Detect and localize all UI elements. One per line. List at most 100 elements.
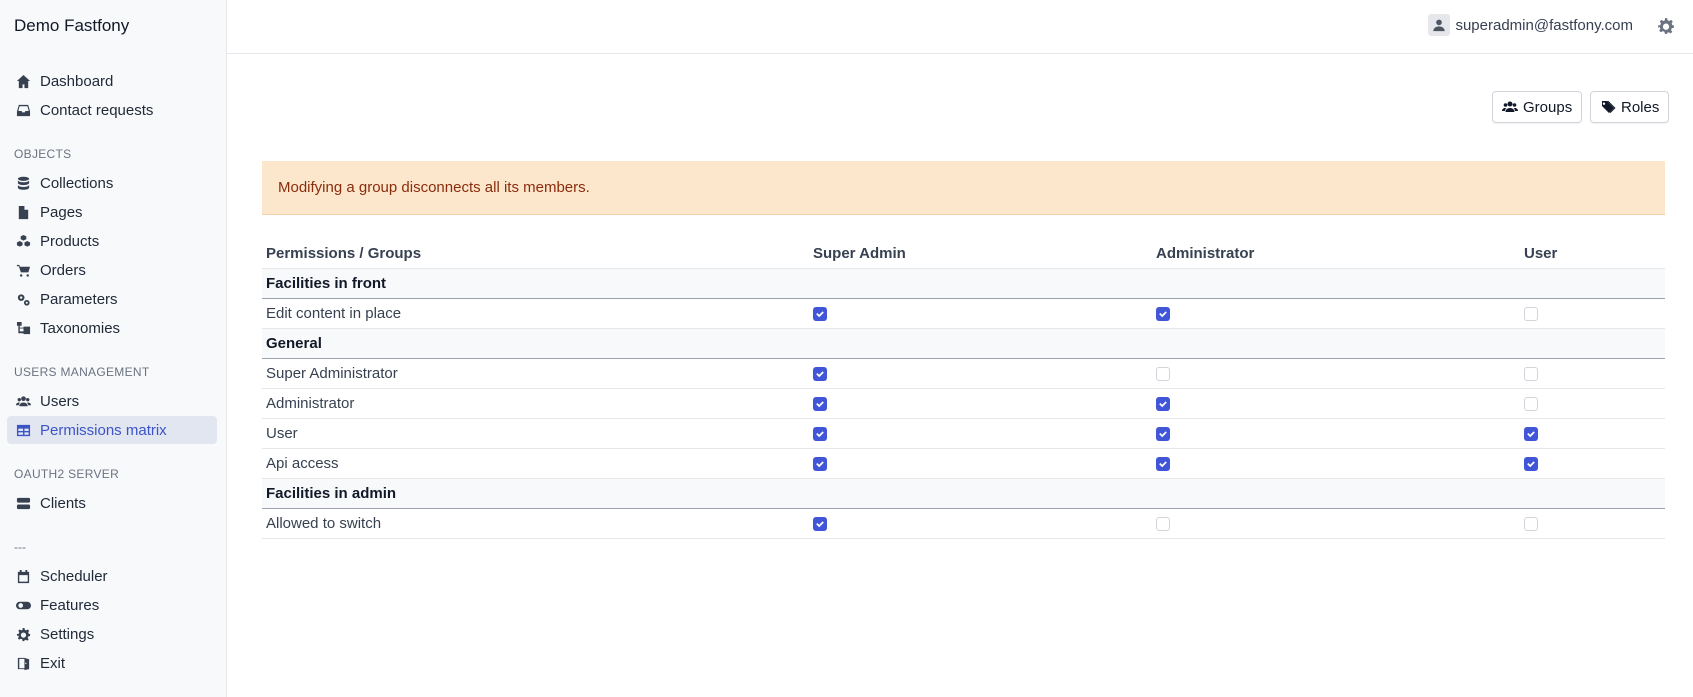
inbox-icon [14, 101, 32, 119]
file-icon [14, 203, 32, 221]
sitemap-icon [14, 319, 32, 337]
sidebar-item-label: Orders [40, 261, 86, 279]
sidebar-item-features[interactable]: Features [7, 591, 217, 619]
permission-checkbox-checked[interactable] [813, 306, 827, 321]
table-icon [14, 421, 32, 439]
matrix-body: Facilities in front Edit content in place… [262, 268, 1665, 539]
permission-group-row: General [262, 328, 1665, 359]
permission-checkbox-unchecked[interactable] [1524, 306, 1538, 321]
sidebar-item-orders[interactable]: Orders [7, 256, 217, 284]
sidebar-item-label: Features [40, 596, 100, 614]
permission-checkbox-checked[interactable] [813, 366, 827, 381]
permission-label: Api access [262, 448, 809, 479]
sidebar-item-label: Pages [40, 203, 83, 221]
sidebar-item-label: Dashboard [40, 72, 114, 90]
groups-button-label: Groups [1523, 98, 1573, 116]
permission-checkbox-checked[interactable] [1156, 306, 1170, 321]
sidebar-item-clients[interactable]: Clients [7, 489, 217, 517]
roles-button[interactable]: Roles [1590, 91, 1670, 123]
topbar: superadmin@fastfony.com [227, 0, 1693, 54]
user-icon [1428, 14, 1451, 36]
permission-label: Administrator [262, 388, 809, 419]
sidebar-item-collections[interactable]: Collections [7, 169, 217, 197]
sidebar-item-pages[interactable]: Pages [7, 198, 217, 226]
sidebar-item-products[interactable]: Products [7, 227, 217, 255]
sidebar-item-taxonomies[interactable]: Taxonomies [7, 314, 217, 342]
permission-cell [1152, 358, 1520, 389]
calendar-icon [14, 567, 32, 585]
permission-checkbox-unchecked[interactable] [1524, 516, 1538, 531]
permission-checkbox-checked[interactable] [813, 456, 827, 471]
permission-cell [1520, 448, 1665, 479]
permission-cell [809, 448, 1152, 479]
user-menu[interactable]: superadmin@fastfony.com [1428, 14, 1633, 36]
sidebar: Demo Fastfony Dashboard Contact requests… [0, 0, 227, 697]
sidebar-item-exit[interactable]: Exit [7, 649, 217, 677]
cogs-icon [14, 290, 32, 308]
permission-checkbox-unchecked[interactable] [1156, 366, 1170, 381]
sidebar-item-contact-requests[interactable]: Contact requests [7, 96, 217, 124]
sidebar-item-scheduler[interactable]: Scheduler [7, 562, 217, 590]
groups-button[interactable]: Groups [1492, 91, 1583, 123]
permission-cell [1152, 508, 1520, 539]
home-icon [14, 72, 32, 90]
brand-title[interactable]: Demo Fastfony [14, 16, 129, 36]
permission-checkbox-checked[interactable] [1156, 426, 1170, 441]
permission-cell [809, 388, 1152, 419]
permission-label: Super Administrator [262, 358, 809, 389]
permission-cell [809, 358, 1152, 389]
sidebar-item-label: Settings [40, 625, 95, 643]
settings-gear-icon[interactable] [1656, 16, 1676, 36]
table-row: Super Administrator [262, 358, 1665, 389]
permission-checkbox-checked[interactable] [813, 426, 827, 441]
permission-checkbox-checked[interactable] [1156, 396, 1170, 411]
table-row: User [262, 418, 1665, 449]
gear-icon [14, 625, 32, 643]
permission-checkbox-checked[interactable] [813, 396, 827, 411]
sidebar-item-label: Exit [40, 654, 66, 672]
column-header: Administrator [1152, 240, 1520, 269]
permission-checkbox-checked[interactable] [1156, 456, 1170, 471]
sidebar-item-label: Scheduler [40, 567, 108, 585]
permission-checkbox-checked[interactable] [813, 516, 827, 531]
database-icon [14, 174, 32, 192]
column-header: Super Admin [809, 240, 1152, 269]
cubes-icon [14, 232, 32, 250]
sidebar-item-permissions-matrix[interactable]: Permissions matrix [7, 416, 217, 444]
warning-alert: Modifying a group disconnects all its me… [262, 161, 1665, 215]
permission-cell [1152, 388, 1520, 419]
sidebar-item-settings[interactable]: Settings [7, 620, 217, 648]
permission-cell [1152, 448, 1520, 479]
table-row: Allowed to switch [262, 508, 1665, 539]
sidebar-divider: --- [14, 540, 26, 554]
sidebar-item-parameters[interactable]: Parameters [7, 285, 217, 313]
permission-checkbox-unchecked[interactable] [1524, 396, 1538, 411]
permission-cell [1520, 418, 1665, 449]
sidebar-item-label: Collections [40, 174, 114, 192]
sidebar-item-users[interactable]: Users [7, 387, 217, 415]
tags-icon [1601, 101, 1616, 113]
permission-checkbox-unchecked[interactable] [1524, 366, 1538, 381]
permission-checkbox-unchecked[interactable] [1156, 516, 1170, 531]
section-title-oauth2-server: OAUTH2 SERVER [14, 467, 120, 481]
permission-cell [809, 298, 1152, 329]
permission-cell [809, 508, 1152, 539]
permissions-matrix-table: Permissions / Groups Super Admin Adminis… [262, 240, 1665, 539]
permission-label: User [262, 418, 809, 449]
sidebar-item-label: Taxonomies [40, 319, 121, 337]
permission-cell [1152, 298, 1520, 329]
permission-group-name: Facilities in front [262, 268, 1665, 299]
sidebar-item-dashboard[interactable]: Dashboard [7, 67, 217, 95]
table-row: Edit content in place [262, 298, 1665, 329]
permission-checkbox-checked[interactable] [1524, 426, 1538, 441]
cart-icon [14, 261, 32, 279]
roles-button-label: Roles [1621, 98, 1660, 116]
table-row: Administrator [262, 388, 1665, 419]
column-header: User [1520, 240, 1665, 269]
permission-label: Allowed to switch [262, 508, 809, 539]
permission-group-row: Facilities in admin [262, 478, 1665, 509]
permission-cell [809, 418, 1152, 449]
table-header-row: Permissions / Groups Super Admin Adminis… [262, 240, 1665, 269]
permission-checkbox-checked[interactable] [1524, 456, 1538, 471]
permission-cell [1152, 418, 1520, 449]
